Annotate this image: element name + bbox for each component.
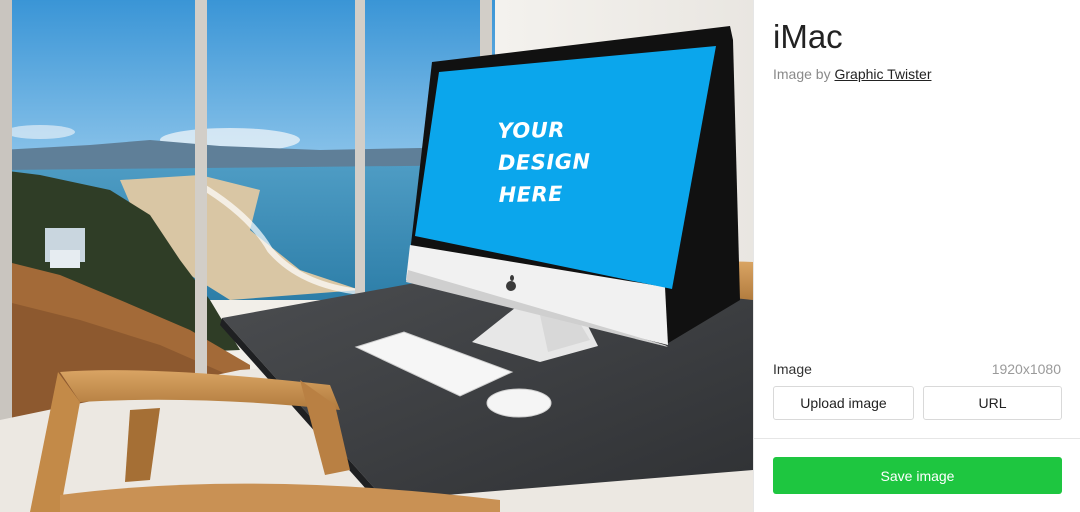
mockup-title: iMac xyxy=(773,18,843,55)
mockup-preview: YOUR DESIGN HERE xyxy=(0,0,753,512)
credit-prefix: Image by xyxy=(773,66,831,82)
screen-placeholder-text: YOUR DESIGN HERE xyxy=(497,113,619,211)
credit-author-link[interactable]: Graphic Twister xyxy=(834,66,931,82)
url-button[interactable]: URL xyxy=(923,386,1062,420)
image-dimensions: 1920x1080 xyxy=(991,361,1061,377)
image-section-label: Image xyxy=(773,361,812,377)
screen-text-line: YOUR xyxy=(497,117,566,144)
screen-text-line: DESIGN xyxy=(497,149,591,176)
upload-image-button[interactable]: Upload image xyxy=(773,386,914,420)
editor-panel: iMac Image by Graphic Twister Image 1920… xyxy=(753,0,1080,512)
save-image-button[interactable]: Save image xyxy=(773,457,1062,494)
panel-divider xyxy=(754,438,1080,439)
image-credit: Image by Graphic Twister xyxy=(773,66,931,82)
screen-text-line: HERE xyxy=(498,181,564,208)
mockup-scene xyxy=(0,0,753,512)
